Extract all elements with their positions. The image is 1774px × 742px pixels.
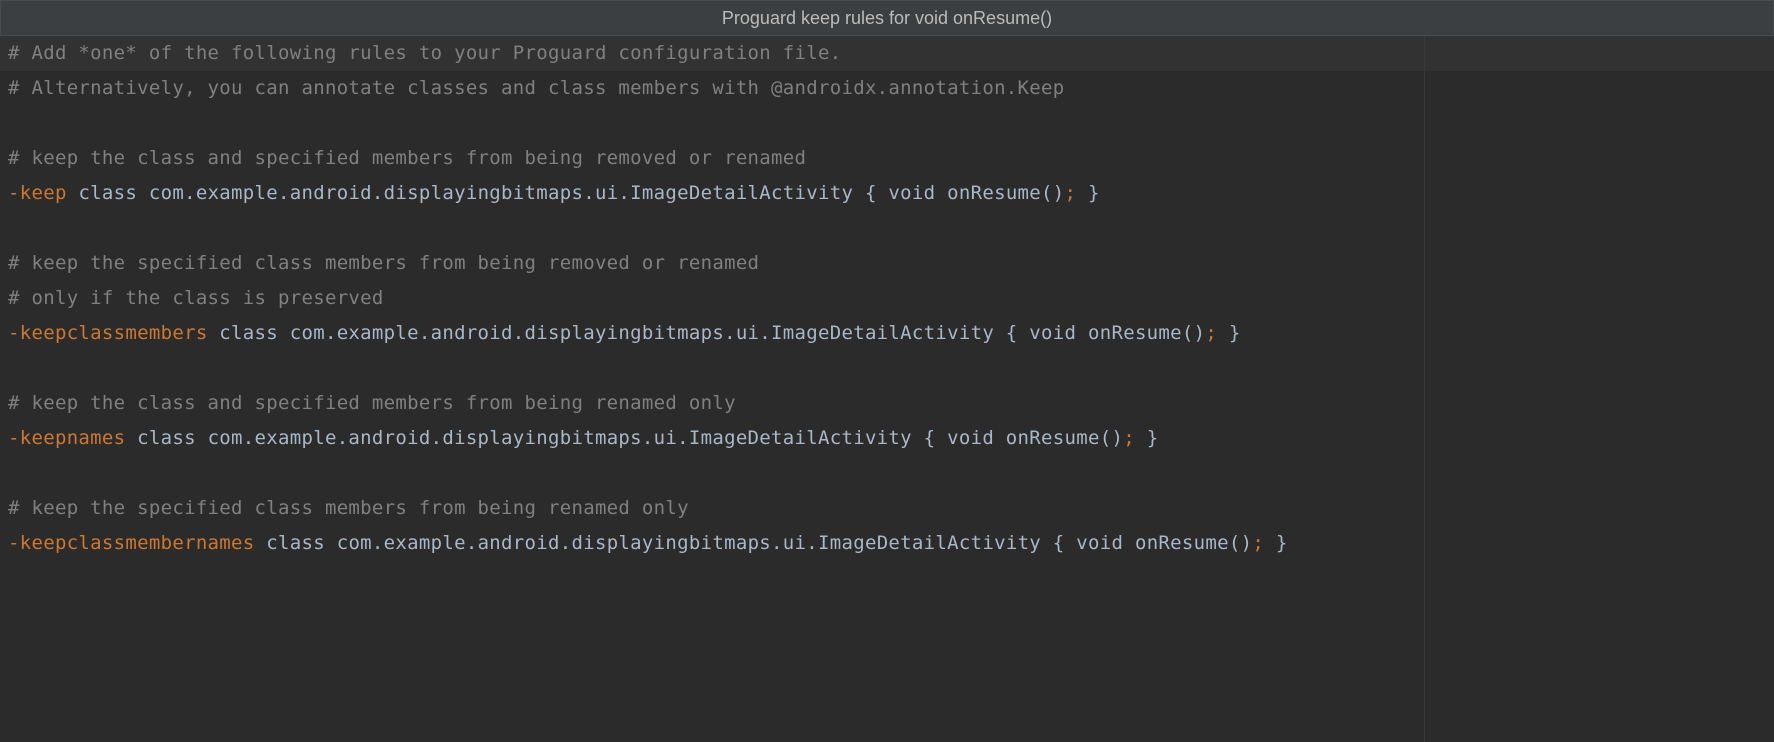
code-line[interactable]: # Add *one* of the following rules to yo… [0,36,1774,71]
comment-text: # Add *one* of the following rules to yo… [8,42,841,64]
comment-text: # keep the class and specified members f… [8,392,736,414]
rule-tail: } [1135,427,1158,449]
rule-tail: } [1217,322,1240,344]
rule-body: class com.example.android.displayingbitm… [255,532,1253,554]
rule-tail: } [1076,182,1099,204]
comment-text: # keep the specified class members from … [8,497,689,519]
semicolon: ; [1205,322,1217,344]
code-line[interactable]: -keepnames class com.example.android.dis… [0,421,1774,456]
rule-tail: } [1264,532,1287,554]
code-line[interactable] [0,456,1774,491]
rule-keyword: -keep [8,182,67,204]
code-line[interactable]: # keep the class and specified members f… [0,386,1774,421]
semicolon: ; [1123,427,1135,449]
rule-body: class com.example.android.displayingbitm… [208,322,1206,344]
code-line[interactable]: # keep the specified class members from … [0,491,1774,526]
rule-keyword: -keepclassmembers [8,322,208,344]
code-line[interactable]: # keep the class and specified members f… [0,141,1774,176]
semicolon: ; [1252,532,1264,554]
code-line[interactable]: # keep the specified class members from … [0,246,1774,281]
code-line[interactable] [0,211,1774,246]
code-line[interactable] [0,106,1774,141]
comment-text: # keep the specified class members from … [8,252,759,274]
comment-text: # only if the class is preserved [8,287,384,309]
code-editor[interactable]: # Add *one* of the following rules to yo… [0,36,1774,742]
title-text: Proguard keep rules for void onResume() [722,8,1052,29]
rule-body: class com.example.android.displayingbitm… [67,182,1065,204]
rule-keyword: -keepnames [8,427,125,449]
code-line[interactable]: # only if the class is preserved [0,281,1774,316]
code-line[interactable]: -keepclassmembernames class com.example.… [0,526,1774,561]
code-line[interactable]: # Alternatively, you can annotate classe… [0,71,1774,106]
comment-text: # keep the class and specified members f… [8,147,806,169]
code-line[interactable] [0,351,1774,386]
rule-keyword: -keepclassmembernames [8,532,255,554]
code-line[interactable]: -keepclassmembers class com.example.andr… [0,316,1774,351]
semicolon: ; [1065,182,1077,204]
right-margin-guide [1424,36,1425,742]
rule-body: class com.example.android.displayingbitm… [125,427,1123,449]
title-bar: Proguard keep rules for void onResume() [0,0,1774,36]
comment-text: # Alternatively, you can annotate classe… [8,77,1065,99]
code-line[interactable]: -keep class com.example.android.displayi… [0,176,1774,211]
